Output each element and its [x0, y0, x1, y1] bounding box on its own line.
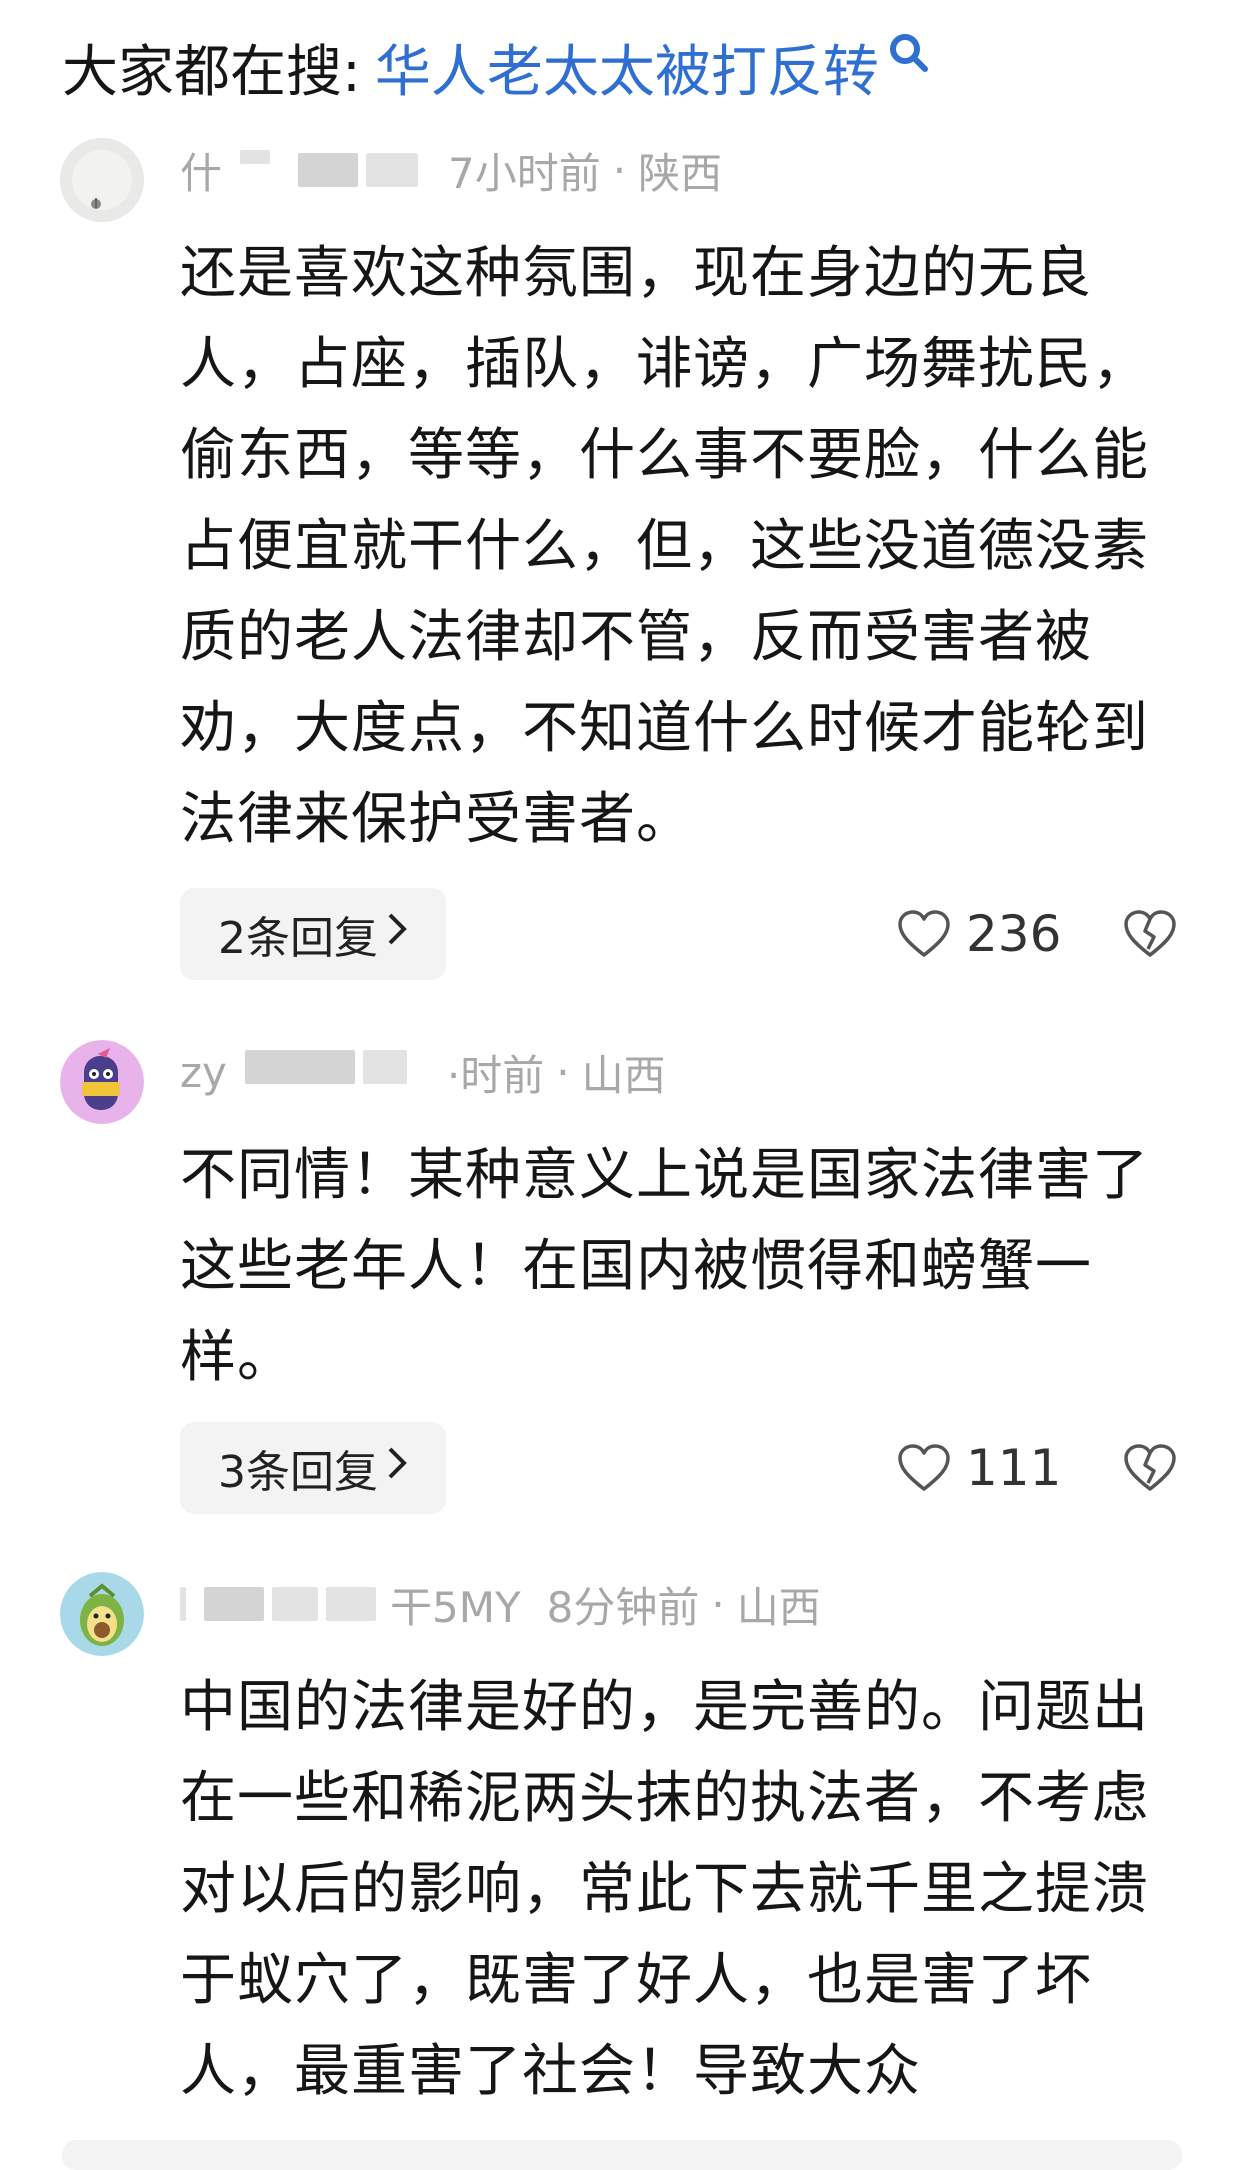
meta-separator: ·: [556, 1047, 570, 1097]
broken-heart-icon: [1124, 910, 1176, 957]
meta-separator: ·: [612, 145, 627, 195]
chevron-right-icon: [386, 1445, 408, 1491]
broken-heart-icon: [1124, 1444, 1176, 1491]
username[interactable]: 干5MY: [390, 1574, 521, 1635]
view-replies-button[interactable]: 2条回复: [180, 888, 446, 980]
comment-time: 8分钟前: [546, 1582, 700, 1632]
like-button[interactable]: 236: [896, 888, 1061, 980]
avatar[interactable]: [60, 138, 144, 222]
comment-time: ·时前: [446, 1050, 545, 1100]
username-redaction: [204, 1587, 264, 1621]
dislike-button[interactable]: [1122, 1422, 1178, 1514]
username-redaction: [244, 1050, 355, 1084]
username-redaction: [362, 1050, 407, 1084]
comment-meta: 什 7小时前 · 陕西: [180, 140, 722, 200]
hot-search-label: 大家都在搜:: [62, 39, 361, 105]
hot-search-banner[interactable]: 大家都在搜: 华人老太太被打反转: [62, 22, 933, 112]
comment-text: 不同情！某种意义上说是国家法律害了这些老年人！在国内被惯得和螃蟹一样。: [180, 1143, 1149, 1390]
comment-meta: zy ·时前 · 山西: [180, 1042, 666, 1102]
replies-count: 2条回复: [218, 913, 378, 964]
comment-text: 中国的法律是好的，是完善的。问题出在一些和稀泥两头抹的执法者，不考虑对以后的影响…: [180, 1675, 1149, 2104]
comment-time: 7小时前: [448, 148, 601, 198]
username[interactable]: zy: [180, 1048, 227, 1097]
hot-search-query-link[interactable]: 华人老太太被打反转: [375, 27, 879, 108]
heart-outline-icon: [898, 1444, 950, 1491]
comment-location: 山西: [736, 1582, 821, 1632]
comment-meta: 干5MY 8分钟前 · 山西: [180, 1574, 821, 1634]
username-redaction: [240, 150, 271, 164]
comment-text: 还是喜欢这种氛围，现在身边的无良人，占座，插队，诽谤，广场舞扰民，偷东西，等等，…: [180, 241, 1149, 852]
avatar[interactable]: [60, 1572, 144, 1656]
dislike-button[interactable]: [1122, 888, 1178, 980]
replies-count: 3条回复: [218, 1447, 378, 1498]
username-redaction: [326, 1587, 376, 1621]
comment-location: 陕西: [638, 148, 723, 198]
avatar[interactable]: [60, 1040, 144, 1124]
search-icon[interactable]: [885, 26, 933, 74]
meta-separator: ·: [711, 1579, 725, 1629]
username-redaction: [272, 1587, 318, 1621]
like-button[interactable]: 111: [896, 1422, 1061, 1514]
reply-button-partial[interactable]: [62, 2140, 1182, 2170]
view-replies-button[interactable]: 3条回复: [180, 1422, 446, 1514]
username[interactable]: 什: [180, 140, 222, 201]
username-redaction: [366, 153, 419, 187]
chevron-right-icon: [386, 911, 408, 957]
username-redaction: [298, 153, 359, 187]
username-redaction: [180, 1587, 186, 1621]
like-count: 111: [966, 1439, 1062, 1497]
comment-location: 山西: [581, 1050, 666, 1100]
like-count: 236: [966, 905, 1062, 963]
heart-outline-icon: [898, 910, 950, 957]
